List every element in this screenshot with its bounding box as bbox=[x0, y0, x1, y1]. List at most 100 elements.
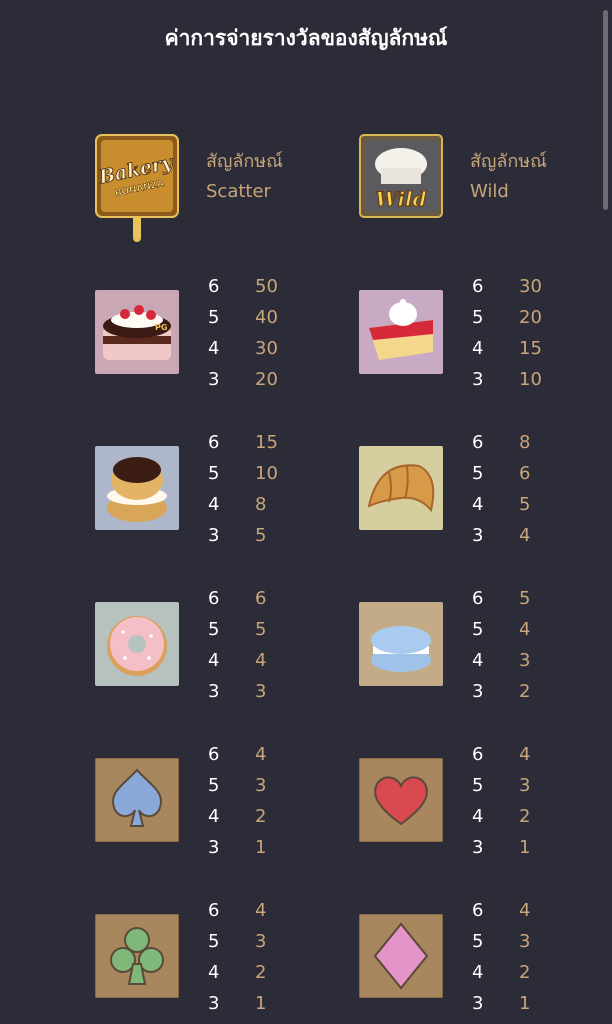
symbol-count: 6 bbox=[472, 900, 484, 921]
payout-value: 1 bbox=[255, 837, 267, 858]
pay-row: 42 bbox=[472, 957, 562, 988]
payout-value: 15 bbox=[519, 338, 542, 359]
symbol-count: 5 bbox=[208, 307, 220, 328]
pay-row: 5 40 bbox=[208, 302, 298, 333]
payout-value: 3 bbox=[255, 931, 267, 952]
paytable-croissant: 68564534 bbox=[472, 427, 562, 551]
payout-value: 3 bbox=[519, 775, 531, 796]
chef-hat-wild-icon: Wild bbox=[359, 134, 443, 218]
macaron-icon bbox=[359, 602, 443, 686]
payout-value: 4 bbox=[519, 744, 531, 765]
cake-badge: PG bbox=[155, 323, 167, 332]
payout-value: 3 bbox=[255, 775, 267, 796]
symbol-count: 4 bbox=[208, 494, 220, 515]
pay-row: 6 15 bbox=[208, 427, 298, 458]
paytable-macaron: 65544332 bbox=[472, 583, 562, 707]
spade-icon bbox=[95, 758, 179, 842]
pay-row: 53 bbox=[208, 770, 298, 801]
symbol-count: 4 bbox=[208, 650, 220, 671]
payout-value: 50 bbox=[255, 276, 278, 297]
payout-value: 1 bbox=[255, 993, 267, 1014]
pay-row: 68 bbox=[472, 427, 562, 458]
pay-row: 66 bbox=[208, 583, 298, 614]
heart-icon bbox=[359, 758, 443, 842]
symbol-count: 6 bbox=[472, 588, 484, 609]
pay-row: 42 bbox=[208, 801, 298, 832]
payout-value: 1 bbox=[519, 837, 531, 858]
symbol-count: 5 bbox=[472, 307, 484, 328]
payout-value: 4 bbox=[519, 900, 531, 921]
scatter-label-line1: สัญลักษณ์ bbox=[206, 151, 283, 172]
symbol-count: 3 bbox=[472, 525, 484, 546]
payout-value: 2 bbox=[255, 962, 267, 983]
payout-value: 4 bbox=[255, 650, 267, 671]
pay-row: 54 bbox=[472, 614, 562, 645]
payout-value: 2 bbox=[519, 962, 531, 983]
symbol-count: 4 bbox=[472, 806, 484, 827]
payout-value: 1 bbox=[519, 993, 531, 1014]
payout-value: 3 bbox=[255, 681, 267, 702]
paytable-diamond: 64534231 bbox=[472, 895, 562, 1019]
pay-row: 6 30 bbox=[472, 271, 562, 302]
symbol-count: 5 bbox=[208, 931, 220, 952]
pay-row: 3 10 bbox=[472, 364, 562, 395]
donut-icon bbox=[95, 602, 179, 686]
pay-row: 3 20 bbox=[208, 364, 298, 395]
pay-row: 35 bbox=[208, 520, 298, 551]
payout-value: 6 bbox=[519, 463, 531, 484]
pay-row: 65 bbox=[472, 583, 562, 614]
symbol-count: 6 bbox=[472, 432, 484, 453]
paytable-heart: 64534231 bbox=[472, 739, 562, 863]
symbol-count: 4 bbox=[472, 962, 484, 983]
cherry-pie-slice-icon bbox=[359, 290, 443, 374]
symbol-count: 3 bbox=[472, 993, 484, 1014]
bakery-bonanza-scatter-icon: Bakery BONANZA bbox=[95, 134, 179, 242]
symbol-count: 4 bbox=[472, 494, 484, 515]
wild-label: สัญลักษณ์ Wild bbox=[470, 147, 547, 207]
pay-row: 44 bbox=[208, 645, 298, 676]
payout-value: 20 bbox=[519, 307, 542, 328]
pay-row: 64 bbox=[208, 895, 298, 926]
symbol-count: 3 bbox=[208, 681, 220, 702]
pay-row: 53 bbox=[472, 926, 562, 957]
pay-row: 64 bbox=[208, 739, 298, 770]
symbol-count: 6 bbox=[208, 744, 220, 765]
symbol-count: 5 bbox=[472, 931, 484, 952]
pay-row: 34 bbox=[472, 520, 562, 551]
symbol-count: 4 bbox=[472, 650, 484, 671]
pay-row: 32 bbox=[472, 676, 562, 707]
payout-value: 2 bbox=[255, 806, 267, 827]
payout-value: 30 bbox=[519, 276, 542, 297]
payout-value: 30 bbox=[255, 338, 278, 359]
payout-value: 20 bbox=[255, 369, 278, 390]
symbol-count: 6 bbox=[208, 432, 220, 453]
symbol-count: 6 bbox=[208, 900, 220, 921]
pay-row: 64 bbox=[472, 739, 562, 770]
pay-row: 43 bbox=[472, 645, 562, 676]
symbol-count: 5 bbox=[472, 463, 484, 484]
pay-row: 48 bbox=[208, 489, 298, 520]
paytable-spade: 645342 3 1 bbox=[208, 739, 298, 863]
pay-row: 4 30 bbox=[208, 333, 298, 364]
payout-value: 15 bbox=[255, 432, 278, 453]
payout-value: 2 bbox=[519, 681, 531, 702]
pay-row: 31 bbox=[208, 988, 298, 1019]
payout-value: 40 bbox=[255, 307, 278, 328]
pay-row: 53 bbox=[472, 770, 562, 801]
pay-row: 64 bbox=[472, 895, 562, 926]
pay-row: 4 15 bbox=[472, 333, 562, 364]
payout-value: 4 bbox=[519, 525, 531, 546]
paytable-cherry-pie: 6 30 5 20 4 15 3 10 bbox=[472, 271, 562, 395]
pay-row: 53 bbox=[208, 926, 298, 957]
pay-row: 56 bbox=[472, 458, 562, 489]
symbol-count: 3 bbox=[208, 525, 220, 546]
symbol-count: 6 bbox=[472, 276, 484, 297]
symbol-count: 5 bbox=[208, 463, 220, 484]
diamond-icon bbox=[359, 914, 443, 998]
payout-value: 3 bbox=[519, 931, 531, 952]
scatter-label-line2: Scatter bbox=[206, 181, 271, 202]
paytable-strawberry-cake: 6 50 5 40 4 30 3 20 bbox=[208, 271, 298, 395]
symbol-count: 5 bbox=[472, 619, 484, 640]
club-icon bbox=[95, 914, 179, 998]
scrollbar[interactable] bbox=[603, 10, 608, 210]
